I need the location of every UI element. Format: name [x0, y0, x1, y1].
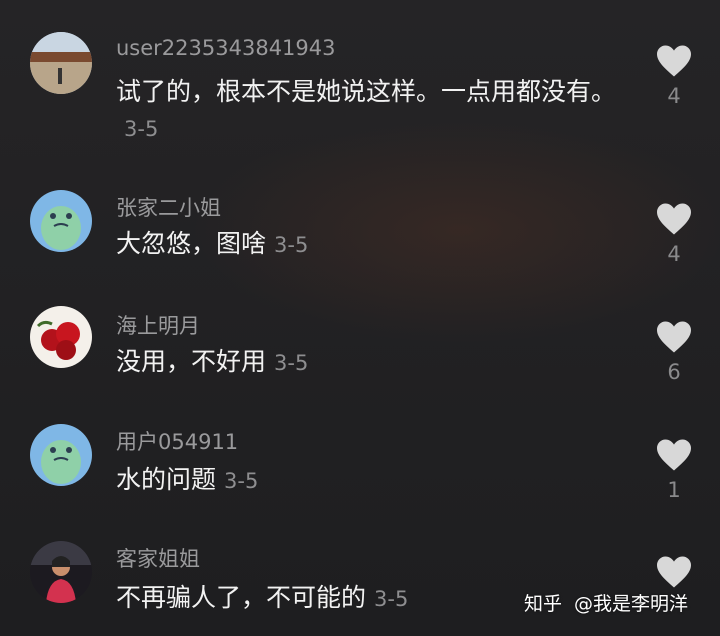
like-count: 4 — [667, 242, 681, 266]
watermark-author: @我是李明洋 — [574, 593, 689, 615]
comment-date: 3-5 — [274, 351, 309, 375]
comment-username[interactable]: user2235343841943 — [116, 36, 336, 60]
like-button[interactable]: 4 — [652, 202, 696, 266]
heart-icon — [657, 439, 691, 471]
comment-username[interactable]: 张家二小姐 — [116, 192, 221, 222]
avatar[interactable] — [30, 190, 92, 252]
watermark-site: 知乎 — [524, 593, 563, 615]
avatar[interactable] — [30, 306, 92, 368]
comment-text: 大忽悠，图啥 3-5 — [116, 226, 626, 263]
like-button[interactable]: 1 — [652, 438, 696, 502]
comment-username[interactable]: 海上明月 — [116, 310, 200, 340]
comment-text: 试了的，根本不是她说这样。一点用都没有。 3-5 — [116, 74, 626, 147]
comment-date: 3-5 — [224, 469, 259, 493]
watermark: 知乎 @我是李明洋 — [524, 589, 700, 616]
avatar[interactable] — [30, 32, 92, 94]
comment-username[interactable]: 客家姐姐 — [116, 543, 200, 573]
avatar[interactable] — [30, 424, 92, 486]
heart-icon — [657, 556, 691, 588]
comment-body: 试了的，根本不是她说这样。一点用都没有。 — [116, 77, 617, 106]
comment-body: 大忽悠，图啥 — [116, 229, 267, 258]
comment-text: 没用，不好用 3-5 — [116, 344, 626, 381]
avatar[interactable] — [30, 541, 92, 603]
comment-date: 3-5 — [374, 587, 409, 611]
like-button[interactable]: 4 — [652, 44, 696, 108]
heart-icon — [657, 45, 691, 77]
like-count: 1 — [667, 478, 681, 502]
comment-body: 水的问题 — [116, 465, 217, 494]
comment-date: 3-5 — [124, 117, 159, 141]
comment-text: 水的问题 3-5 — [116, 462, 626, 499]
comment-username[interactable]: 用户054911 — [116, 426, 238, 456]
comment-date: 3-5 — [274, 233, 309, 257]
like-count: 4 — [667, 84, 681, 108]
like-count: 6 — [667, 360, 681, 384]
like-button[interactable]: 6 — [652, 320, 696, 384]
heart-icon — [657, 321, 691, 353]
comment-body: 不再骗人了，不可能的 — [116, 583, 367, 612]
heart-icon — [657, 203, 691, 235]
comment-body: 没用，不好用 — [116, 347, 267, 376]
